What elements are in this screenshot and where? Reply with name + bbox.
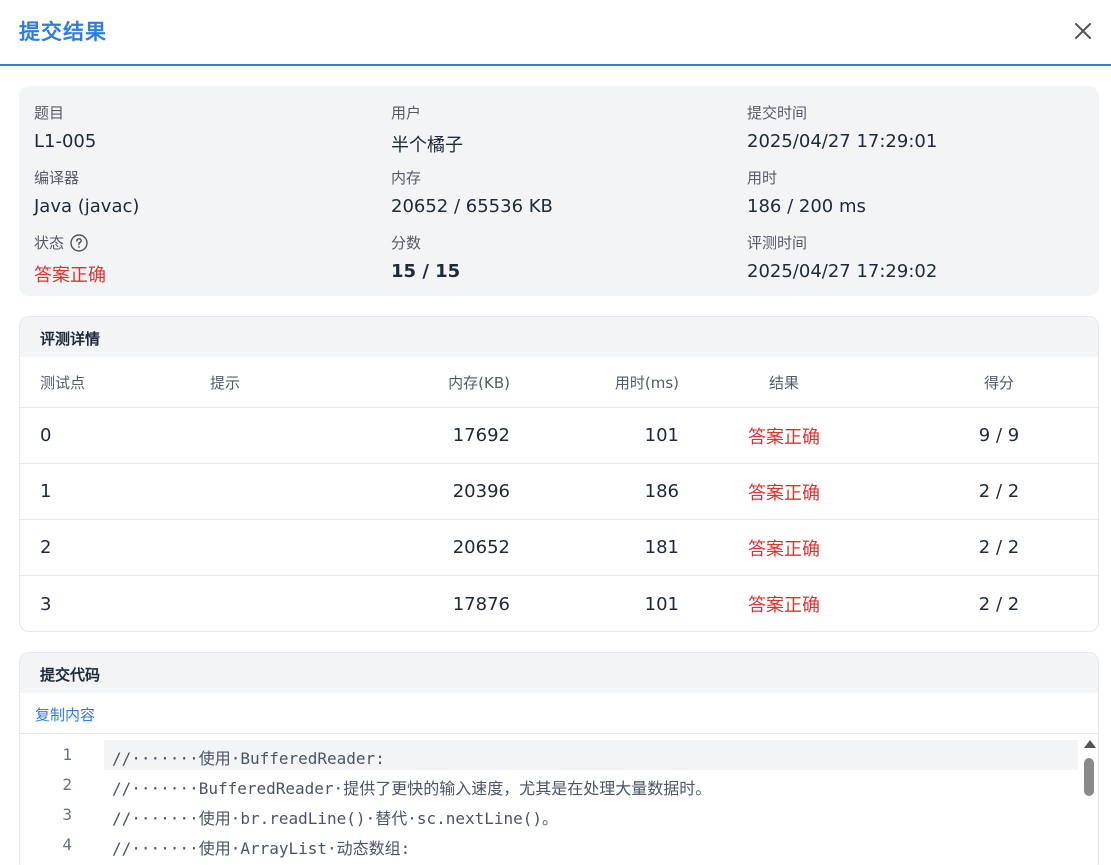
line-text: //·······使用·ArrayList·动态数组: [112,839,411,858]
info-judge-time-value: 2025/04/27 17:29:02 [747,261,938,282]
info-compiler: 编译器 Java (javac) [34,167,139,217]
row-score: 2 / 2 [978,593,1020,615]
info-status-label: 状态 [34,234,65,252]
table-row: 2 20652 181 答案正确 2 / 2 [20,520,1098,576]
help-icon[interactable] [70,233,88,252]
code-line: 3 //·······使用·br.readLine()·替代·sc.nextLi… [20,800,1078,830]
header-time: 用时(ms) [614,373,679,392]
row-memory: 17692 [452,425,510,446]
table-row: 3 17876 101 答案正确 2 / 2 [20,576,1098,631]
row-case: 1 [40,481,52,502]
code-panel-title: 提交代码 [20,653,1098,693]
info-judge-time: 评测时间 2025/04/27 17:29:02 [747,232,937,282]
header-case: 测试点 [40,373,86,392]
row-case: 3 [40,593,52,615]
info-memory-label: 内存 [391,169,422,187]
info-memory: 内存 20652 / 65536 KB [391,167,553,217]
submission-info-card: 题目 L1-005 用户 半个橘子 提交时间 2025/04/27 17:29:… [19,86,1099,296]
info-compiler-value: Java (javac) [34,196,140,217]
copy-content-link[interactable]: 复制内容 [35,706,95,724]
info-score-value: 15 / 15 [391,261,461,282]
row-result: 答案正确 [748,426,820,448]
dialog-header: 提交结果 [0,0,1111,66]
row-memory: 17876 [452,593,510,615]
table-header: 测试点 提示 内存(KB) 用时(ms) 结果 得分 [20,357,1098,408]
header-memory: 内存(KB) [448,373,510,392]
close-icon[interactable] [1068,16,1098,46]
line-text: //·······使用·br.readLine()·替代·sc.nextLine… [112,809,559,828]
header-score: 得分 [983,373,1014,392]
row-case: 0 [40,425,52,446]
code-line: 1 //·······使用·BufferedReader: [20,740,1078,770]
table-row: 1 20396 186 答案正确 2 / 2 [20,464,1098,520]
header-result: 结果 [768,373,799,392]
scrollbar-thumb[interactable] [1084,758,1094,796]
code-line: 2 //·······BufferedReader·提供了更快的输入速度，尤其是… [20,770,1078,800]
row-score: 2 / 2 [978,537,1020,558]
info-submit-time-label: 提交时间 [747,104,808,122]
info-problem: 题目 L1-005 [34,102,96,152]
info-score: 分数 15 / 15 [391,232,460,282]
info-compiler-label: 编译器 [34,169,80,187]
row-score: 2 / 2 [978,481,1020,502]
info-status-value: 答案正确 [34,265,106,286]
row-result: 答案正确 [748,538,820,560]
scroll-up-icon[interactable] [1084,740,1096,748]
row-case: 2 [40,537,52,558]
row-time: 101 [644,425,679,446]
code-editor[interactable]: 1 //·······使用·BufferedReader: 2 //······… [20,734,1098,865]
line-number: 4 [62,835,72,854]
info-time-used: 用时 186 / 200 ms [747,167,866,217]
row-time: 101 [644,593,679,615]
info-time-used-value: 186 / 200 ms [747,196,866,217]
code-line: 4 //·······使用·ArrayList·动态数组: [20,830,1078,860]
row-time: 181 [644,537,679,558]
row-result: 答案正确 [748,482,820,504]
line-text: //·······BufferedReader·提供了更快的输入速度，尤其是在处… [112,779,712,798]
info-problem-label: 题目 [34,104,65,122]
row-memory: 20652 [452,537,510,558]
submitted-code-panel: 提交代码 复制内容 1 //·······使用·BufferedReader: … [19,652,1099,865]
info-judge-time-label: 评测时间 [747,234,808,252]
copy-bar: 复制内容 [20,693,1098,734]
info-problem-value: L1-005 [34,131,97,152]
row-result: 答案正确 [748,595,820,616]
info-time-used-label: 用时 [747,169,778,187]
header-hint: 提示 [210,373,241,392]
judge-details-title: 评测详情 [20,317,1098,357]
info-status: 状态 答案正确 [34,232,106,287]
info-user-value: 半个橘子 [391,135,463,156]
table-row: 0 17692 101 答案正确 9 / 9 [20,408,1098,464]
info-user: 用户 半个橘子 [391,102,463,157]
info-memory-value: 20652 / 65536 KB [391,196,553,217]
line-text: //·······使用·BufferedReader: [104,740,1078,770]
dialog-title: 提交结果 [19,20,107,44]
editor-scrollbar[interactable] [1080,734,1098,865]
line-number: 1 [62,745,72,764]
line-number: 3 [62,805,72,824]
info-submit-time-value: 2025/04/27 17:29:01 [747,131,938,152]
line-number: 2 [62,775,72,794]
judge-details-panel: 评测详情 测试点 提示 内存(KB) 用时(ms) 结果 得分 0 17692 … [19,316,1099,632]
info-submit-time: 提交时间 2025/04/27 17:29:01 [747,102,937,152]
info-score-label: 分数 [391,234,422,252]
info-user-label: 用户 [391,104,422,122]
row-time: 186 [644,481,679,502]
row-score: 9 / 9 [978,425,1020,446]
row-memory: 20396 [452,481,510,502]
